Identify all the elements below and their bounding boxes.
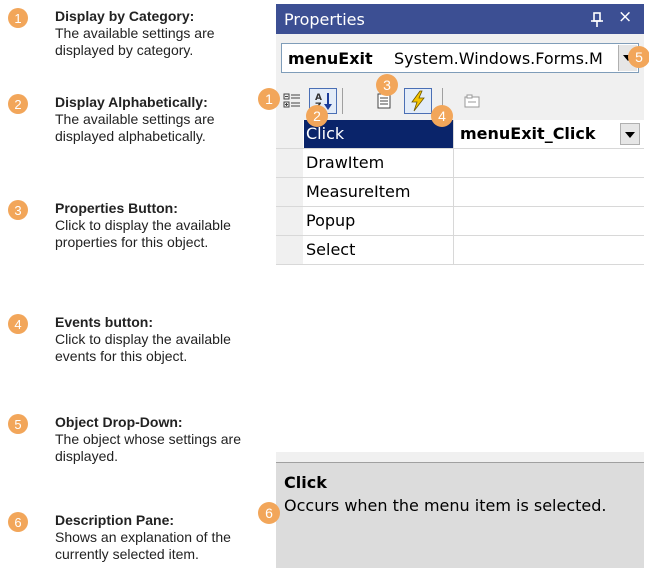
categorized-icon [283,93,300,108]
legend-description: The available settings are displayed by … [55,25,215,58]
property-pages-button[interactable] [458,88,486,114]
row-margin [276,178,303,206]
grid-row-drawitem[interactable]: DrawItem [276,149,644,178]
number-badge: 1 [8,8,28,28]
toolbar-separator [342,88,343,114]
row-name[interactable]: DrawItem [304,149,454,177]
toolbar: A Z [276,84,644,116]
row-value[interactable]: menuExit_Click [456,120,642,148]
row-value[interactable] [456,149,642,177]
title-bar: Properties × [276,4,644,34]
callout-badge: 6 [258,502,280,524]
property-pages-icon [464,94,480,108]
row-margin [276,236,303,264]
callout-badge: 3 [376,74,398,96]
categorized-button[interactable] [278,88,306,114]
object-type: System.Windows.Forms.M [394,49,603,68]
properties-window: Properties × menuExit System.Windows.For… [258,4,649,568]
row-value-text: menuExit_Click [460,124,596,143]
description-title: Click [284,473,327,492]
legend-description: Click to display the available propertie… [55,217,231,250]
row-margin [276,120,303,148]
close-icon[interactable]: × [618,7,632,27]
number-badge: 4 [8,314,28,334]
legend-title: Description Pane: [55,512,175,528]
object-name: menuExit [288,49,373,68]
legend-title: Properties Button: [55,200,178,216]
number-badge: 2 [8,94,28,114]
number-badge: 6 [8,512,28,532]
row-name[interactable]: MeasureItem [304,178,454,206]
grid-row-measureitem[interactable]: MeasureItem [276,178,644,207]
row-value[interactable] [456,178,642,206]
legend-title: Display by Category: [55,8,195,24]
row-value[interactable] [456,207,642,235]
grid-row-click[interactable]: Click menuExit_Click [276,120,644,149]
row-name[interactable]: Popup [304,207,454,235]
row-margin [276,149,303,177]
legend-description: The available settings are displayed alp… [55,111,215,144]
legend-title: Display Alphabetically: [55,94,208,110]
window-title: Properties [284,10,365,29]
number-badge: 5 [8,414,28,434]
row-value[interactable] [456,236,642,264]
row-margin [276,207,303,235]
legend-title: Events button: [55,314,153,330]
description-pane: Click Occurs when the menu item is selec… [276,462,644,568]
grid-row-popup[interactable]: Popup [276,207,644,236]
callout-badge: 2 [306,105,328,127]
legend-description: Click to display the available events fo… [55,331,231,364]
legend-title: Object Drop-Down: [55,414,183,430]
legend-description: The object whose settings are displayed. [55,431,241,464]
description-text: Occurs when the menu item is selected. [284,496,607,515]
number-badge: 3 [8,200,28,220]
row-name[interactable]: Click [304,120,454,148]
grid-row-select[interactable]: Select [276,236,644,265]
events-button[interactable] [404,88,432,114]
callout-badge: 4 [431,105,453,127]
legend-description: Shows an explanation of the currently se… [55,529,231,562]
property-grid: Click menuExit_Click DrawItem MeasureIte… [276,120,644,452]
object-dropdown[interactable]: menuExit System.Windows.Forms.M [281,43,639,73]
chevron-down-icon [625,132,635,138]
callout-badge: 1 [258,88,280,110]
lightning-icon [411,90,425,112]
value-dropdown-button[interactable] [620,123,640,145]
callout-badge: 5 [628,46,649,68]
row-name[interactable]: Select [304,236,454,264]
